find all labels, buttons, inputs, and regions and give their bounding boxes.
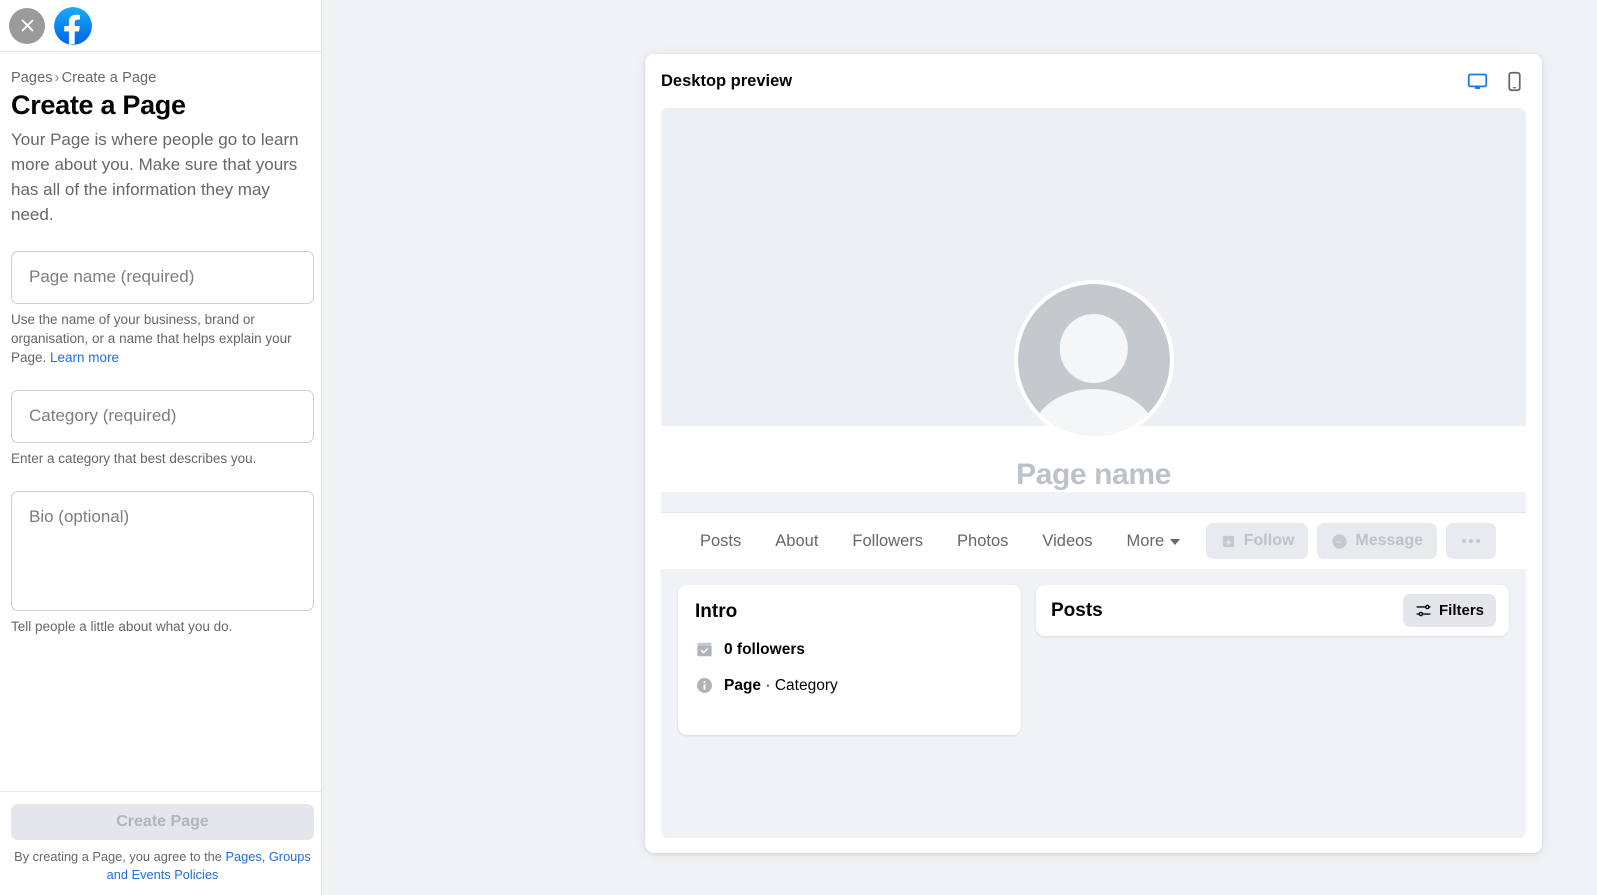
breadcrumb-separator: ›	[54, 70, 60, 86]
breadcrumb: Pages › Create a Page	[11, 70, 310, 86]
tab-photos[interactable]: Photos	[940, 524, 1025, 559]
breadcrumb-current: Create a Page	[61, 70, 157, 86]
tab-about[interactable]: About	[758, 524, 835, 559]
tab-more[interactable]: More	[1110, 524, 1198, 559]
message-button-label: Message	[1355, 532, 1423, 549]
tab-posts-label: Posts	[700, 531, 742, 550]
follow-button[interactable]: Follow	[1205, 523, 1309, 559]
tab-followers-label: Followers	[852, 531, 924, 550]
posts-card: Posts Filters	[1036, 585, 1509, 636]
intro-card: Intro 0 followers Page · Category	[678, 585, 1021, 735]
desktop-monitor-icon[interactable]	[1467, 71, 1488, 92]
category-field[interactable]: Category (required)	[11, 390, 314, 444]
intro-page-word: Page	[724, 676, 762, 694]
intro-category-text: Page · Category	[724, 677, 838, 695]
desktop-monitor-glyph	[1467, 73, 1488, 89]
category-helper: Enter a category that best describes you…	[11, 451, 257, 467]
mobile-phone-icon[interactable]	[1504, 71, 1525, 92]
page-description: Your Page is where people go to learn mo…	[11, 130, 299, 225]
bio-field[interactable]: Bio (optional)	[11, 491, 314, 612]
intro-category-word: · Category	[761, 676, 838, 694]
category-input[interactable]	[12, 391, 313, 443]
page-name-field[interactable]: Page name (required)	[11, 250, 314, 304]
tab-photos-label: Photos	[957, 531, 1009, 550]
create-page-sidebar: Pages › Create a Page Create a Page Your P…	[0, 0, 322, 895]
close-icon[interactable]	[9, 7, 45, 44]
breadcrumb-parent[interactable]: Pages	[11, 70, 53, 86]
facebook-logo[interactable]	[54, 6, 92, 45]
filters-button[interactable]: Filters	[1402, 594, 1496, 627]
messenger-icon	[1332, 533, 1347, 549]
terms-notice: By creating a Page, you agree to the Pag…	[11, 848, 314, 885]
follow-button-label: Follow	[1243, 532, 1295, 549]
preview-body: Page name Posts About Followers Photos V…	[661, 108, 1526, 838]
more-options-button[interactable]	[1446, 523, 1496, 559]
default-avatar-icon	[1017, 284, 1170, 436]
sidebar-topbar	[0, 0, 321, 52]
app-root: Pages › Create a Page Create a Page Your P…	[0, 0, 1597, 895]
chevron-down-icon	[1170, 539, 1181, 545]
sidebar-content: Pages › Create a Page Create a Page Your P…	[0, 52, 321, 791]
create-page-button[interactable]: Create Page	[11, 803, 314, 840]
avatar-head	[1059, 314, 1128, 383]
tab-videos[interactable]: Videos	[1025, 524, 1109, 559]
message-button[interactable]: Message	[1317, 523, 1437, 559]
preview-header: Desktop preview	[645, 54, 1542, 108]
filters-button-label: Filters	[1438, 602, 1484, 619]
tab-posts[interactable]: Posts	[683, 524, 758, 559]
tab-followers[interactable]: Followers	[835, 524, 940, 559]
page-name-helper: Use the name of your business, brand or …	[11, 310, 307, 367]
avatar	[1013, 280, 1174, 440]
intro-card-title: Intro	[695, 601, 738, 622]
preview-panel: Desktop preview Page name Posts About Fo…	[645, 54, 1542, 853]
tab-videos-label: Videos	[1042, 531, 1093, 550]
profile-tabs: Posts About Followers Photos Videos More	[683, 524, 1197, 559]
followers-check-icon	[697, 642, 712, 657]
sliders-filter-icon	[1416, 604, 1431, 617]
close-glyph	[21, 19, 33, 32]
terms-text: By creating a Page, you agree to the	[14, 848, 226, 864]
cover-photo-placeholder	[661, 108, 1526, 440]
posts-card-title: Posts	[1051, 599, 1103, 621]
intro-followers-label: 0 followers	[724, 640, 805, 658]
page-name-input[interactable]	[12, 251, 313, 303]
profile-nav-row: Posts About Followers Photos Videos More	[661, 512, 1526, 569]
profile-content-row: Intro 0 followers Page · Category Posts …	[661, 569, 1526, 735]
sidebar-footer: Create Page By creating a Page, you agre…	[0, 790, 321, 895]
bio-helper: Tell people a little about what you do.	[11, 619, 233, 635]
tab-about-label: About	[775, 531, 819, 550]
preview-title: Desktop preview	[661, 71, 793, 90]
profile-actions: Follow Message	[1205, 523, 1496, 559]
intro-row-category: Page · Category	[695, 676, 1004, 695]
learn-more-link[interactable]: Learn more	[50, 350, 119, 365]
preview-page-name: Page name	[1016, 458, 1171, 491]
bio-textarea[interactable]	[12, 492, 313, 611]
device-toggle-group	[1467, 71, 1525, 92]
mobile-phone-glyph	[1508, 71, 1521, 91]
intro-row-followers: 0 followers	[695, 640, 1004, 659]
page-title: Create a Page	[11, 90, 186, 120]
info-circle-icon	[697, 678, 712, 693]
avatar-body	[1031, 388, 1156, 436]
follow-plus-icon	[1222, 535, 1234, 547]
ellipsis-icon	[1462, 539, 1480, 543]
tab-more-label: More	[1126, 531, 1165, 550]
